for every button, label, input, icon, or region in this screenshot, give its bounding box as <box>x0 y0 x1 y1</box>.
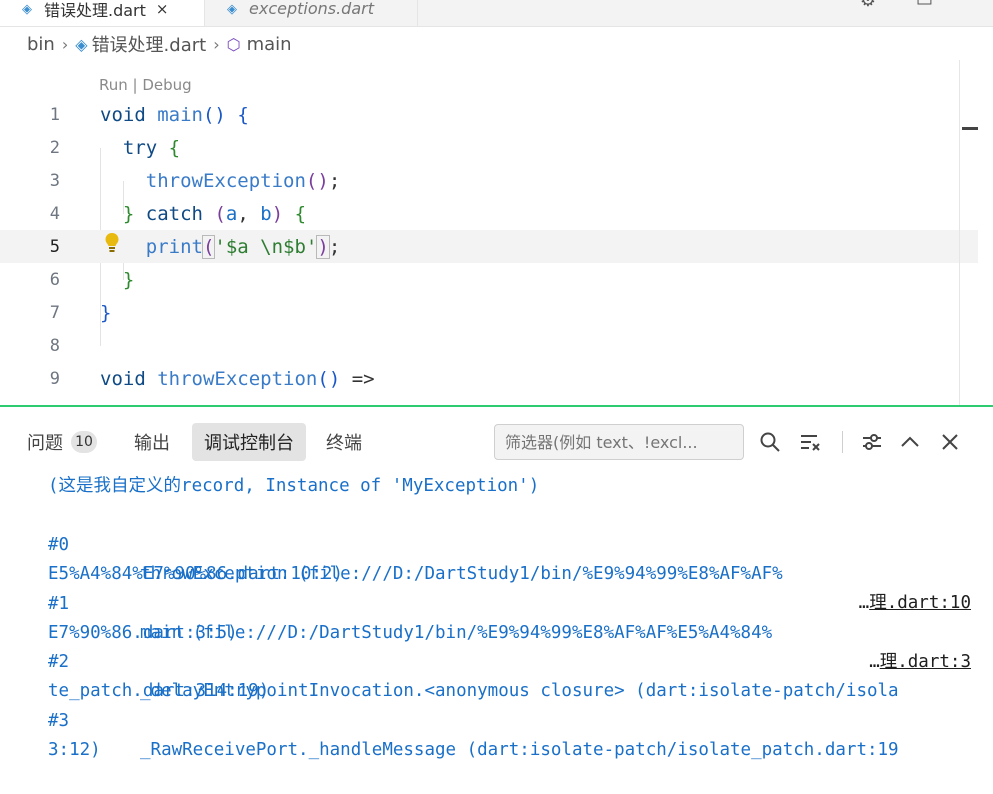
editor-tab-bar: ◈ 错误处理.dart × ◈ exceptions.dart ⚙ ▭ <box>0 0 993 27</box>
console-output-line: (这是我自定义的record, Instance of 'MyException… <box>48 476 540 496</box>
stack-frame-2-cont: te_patch.dart:314:19) <box>48 648 974 701</box>
dart-file-icon: ◈ <box>227 1 237 17</box>
line-number: 3 <box>49 170 60 191</box>
punct: ) <box>271 202 284 225</box>
code-line-4: 4 } catch (a, b) { <box>0 197 978 230</box>
keyword: catch <box>145 202 203 225</box>
line-number: 5 <box>49 236 60 257</box>
code-line-3: 3 throwException(); <box>0 164 978 197</box>
tab-terminal[interactable]: 终端 <box>326 423 362 461</box>
punct: , <box>237 202 261 225</box>
stack-frame-3: #3 _RawReceivePort._handleMessage (dart:… <box>48 678 974 760</box>
string-literal: '$a \n$b' <box>214 235 318 258</box>
code-line-2: 2 try { <box>0 131 978 164</box>
close-icon[interactable]: × <box>156 0 169 18</box>
punct: () <box>317 367 341 390</box>
tab-debug-console[interactable]: 调试控制台 <box>192 423 306 461</box>
tab-problems[interactable]: 问题 10 <box>27 423 97 461</box>
code-line-7: 7 } <box>0 296 978 329</box>
tab-error-handling-dart[interactable]: ◈ 错误处理.dart × <box>0 0 205 26</box>
line-number: 2 <box>49 137 60 158</box>
stack-frame-3-cont: 3:12) <box>48 707 974 760</box>
close-panel-icon[interactable] <box>939 431 961 453</box>
punct: () <box>202 103 226 126</box>
frame-text: _RawReceivePort._handleMessage (dart:iso… <box>140 740 899 760</box>
function-name: throwException <box>157 367 318 390</box>
punct: ( <box>214 202 226 225</box>
line-number: 7 <box>49 302 60 323</box>
punct: { <box>168 136 181 159</box>
stack-frame-2: #2 _delayEntrypointInvocation.<anonymous… <box>48 619 974 701</box>
keyword: void <box>100 367 146 390</box>
tab-label: 终端 <box>326 433 362 454</box>
code-line-5: 5 print('$a \n$b'); <box>0 230 978 263</box>
method-cube-icon: ⬡ <box>226 34 241 54</box>
tab-label: 输出 <box>134 433 170 454</box>
maximize-panel-icon[interactable] <box>899 431 921 453</box>
line-number: 4 <box>49 203 60 224</box>
code-line-9: 9 void throwException() => <box>0 362 978 395</box>
more-actions-icon[interactable]: ▭ <box>916 0 933 11</box>
editor-scrollbar[interactable] <box>959 60 979 405</box>
breadcrumb-symbol[interactable]: main <box>247 34 292 55</box>
chevron-right-icon: › <box>61 34 69 54</box>
code-line-1: 1 void main() { <box>0 98 978 131</box>
code-line-8: 8 <box>0 329 978 362</box>
identifier: b <box>260 202 272 225</box>
line-number: 6 <box>49 269 60 290</box>
punct: ) <box>316 234 330 259</box>
stack-frame-1-cont: E7%90%86.dart:3:5) <box>48 590 974 643</box>
function-call: throwException <box>145 169 306 192</box>
function-name: main <box>157 103 203 126</box>
stack-frame-0: #0 throwException (file:///D:/DartStudy1… <box>48 502 974 618</box>
dart-file-icon: ◈ <box>75 34 88 54</box>
punct: } <box>122 268 135 291</box>
overview-ruler-marker <box>962 127 978 130</box>
chevron-right-icon: › <box>213 34 220 54</box>
punct: () <box>305 169 329 192</box>
punct: { <box>237 103 249 126</box>
problems-count-badge: 10 <box>71 431 97 453</box>
tab-output[interactable]: 输出 <box>134 423 170 461</box>
bottom-panel: 问题 10 输出 调试控制台 终端 (这是我自定义的rec <box>0 407 993 765</box>
stack-frame-1: #1 main (file:///D:/DartStudy1/bin/%E9%9… <box>48 561 974 677</box>
function-call: print <box>145 235 203 258</box>
breadcrumb-file[interactable]: 错误处理.dart <box>92 31 207 57</box>
punct: } <box>100 301 112 324</box>
punct: ; <box>328 235 341 258</box>
settings-sliders-icon[interactable] <box>861 431 883 453</box>
stack-frame-0-cont: E5%A4%84%E7%90%86.dart:10:2) <box>48 531 974 584</box>
filter-input[interactable] <box>494 424 744 460</box>
codelens-run-debug[interactable]: Run | Debug <box>99 76 192 94</box>
keyword: try <box>122 136 158 159</box>
line-number: 8 <box>49 335 60 356</box>
tab-label: exceptions.dart <box>249 0 374 18</box>
toolbar-divider <box>842 431 843 453</box>
breadcrumb-folder[interactable]: bin <box>27 34 55 55</box>
identifier: a <box>225 202 238 225</box>
tab-label: 错误处理.dart <box>44 0 146 20</box>
code-editor[interactable]: Run | Debug 1 void main() { 2 try { 3 th… <box>0 60 993 405</box>
punct: ( <box>201 234 216 259</box>
search-icon[interactable] <box>759 431 781 453</box>
clear-console-icon[interactable] <box>799 431 821 453</box>
punct: => <box>351 367 375 390</box>
editor-actions: ⚙ ▭ <box>860 0 933 11</box>
code-line-6: 6 } <box>0 263 978 296</box>
dart-file-icon: ◈ <box>22 1 32 17</box>
keyword: void <box>100 103 146 126</box>
punct: } <box>122 202 135 225</box>
breadcrumb: bin › ◈ 错误处理.dart › ⬡ main <box>27 31 292 57</box>
line-number: 1 <box>49 104 60 125</box>
punct: { <box>294 202 307 225</box>
lightbulb-icon[interactable] <box>104 232 120 254</box>
frame-continuation: 3:12) <box>48 740 101 760</box>
punct: ; <box>328 169 341 192</box>
line-number: 9 <box>49 368 60 389</box>
tab-exceptions-dart[interactable]: ◈ exceptions.dart <box>205 0 418 26</box>
tab-label: 调试控制台 <box>204 433 294 454</box>
tab-label: 问题 <box>27 433 63 454</box>
split-editor-icon[interactable]: ⚙ <box>860 0 876 11</box>
